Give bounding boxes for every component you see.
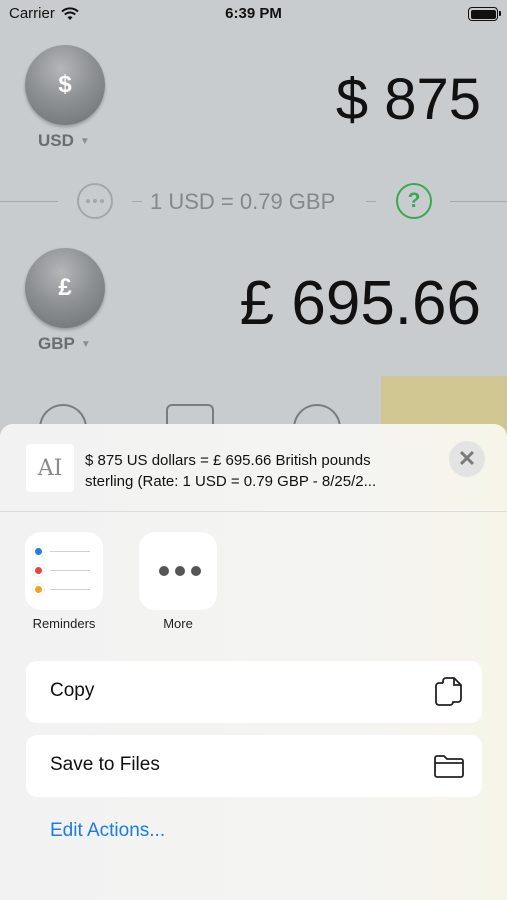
more-icon (159, 566, 201, 576)
divider (132, 201, 142, 202)
reminders-app-button[interactable] (25, 532, 103, 610)
to-currency-code: GBP (38, 334, 75, 353)
save-to-files-label: Save to Files (50, 754, 160, 775)
status-bar: Carrier 6:39 PM (0, 0, 507, 30)
share-sheet: AI $ 875 US dollars = £ 695.66 British p… (0, 424, 507, 900)
folder-icon (434, 755, 464, 778)
save-to-files-action[interactable]: Save to Files (26, 735, 482, 797)
share-preview-text: $ 875 US dollars = £ 695.66 British poun… (85, 452, 377, 490)
close-button[interactable]: ✕ (449, 441, 485, 477)
chevron-down-icon: ▼ (80, 338, 91, 350)
from-currency-symbol: $ (58, 71, 72, 98)
share-sheet-header: AI $ 875 US dollars = £ 695.66 British p… (0, 424, 507, 512)
edit-actions-link[interactable]: Edit Actions... (50, 820, 165, 842)
help-button[interactable]: ? (396, 183, 432, 219)
from-currency-selector[interactable]: USD ▼ (38, 131, 90, 151)
more-apps-label: More (163, 616, 193, 631)
chevron-down-icon: ▼ (79, 135, 90, 147)
more-options-button[interactable] (77, 183, 113, 219)
rate-row: 1 USD = 0.79 GBP ? (0, 180, 507, 222)
from-amount[interactable]: $ 875 (336, 66, 481, 133)
divider (0, 201, 58, 202)
from-currency-coin[interactable]: $ (25, 45, 105, 125)
copy-icon (435, 677, 462, 706)
copy-action[interactable]: Copy (26, 661, 482, 723)
to-currency-selector[interactable]: GBP ▼ (38, 334, 91, 354)
ellipsis-icon (86, 199, 90, 203)
copy-action-label: Copy (50, 680, 95, 701)
to-currency-coin[interactable]: £ (25, 248, 105, 328)
to-currency-symbol: £ (58, 274, 72, 301)
from-currency-code: USD (38, 131, 74, 150)
reminders-app-label: Reminders (32, 616, 96, 631)
to-amount[interactable]: £ 695.66 (240, 268, 481, 339)
battery-icon (468, 7, 501, 21)
divider (450, 201, 507, 202)
divider (366, 201, 376, 202)
text-document-icon: AI (26, 444, 74, 492)
more-apps-button[interactable] (139, 532, 217, 610)
exchange-rate-label: 1 USD = 0.79 GBP (150, 189, 336, 214)
clock: 6:39 PM (225, 5, 282, 22)
